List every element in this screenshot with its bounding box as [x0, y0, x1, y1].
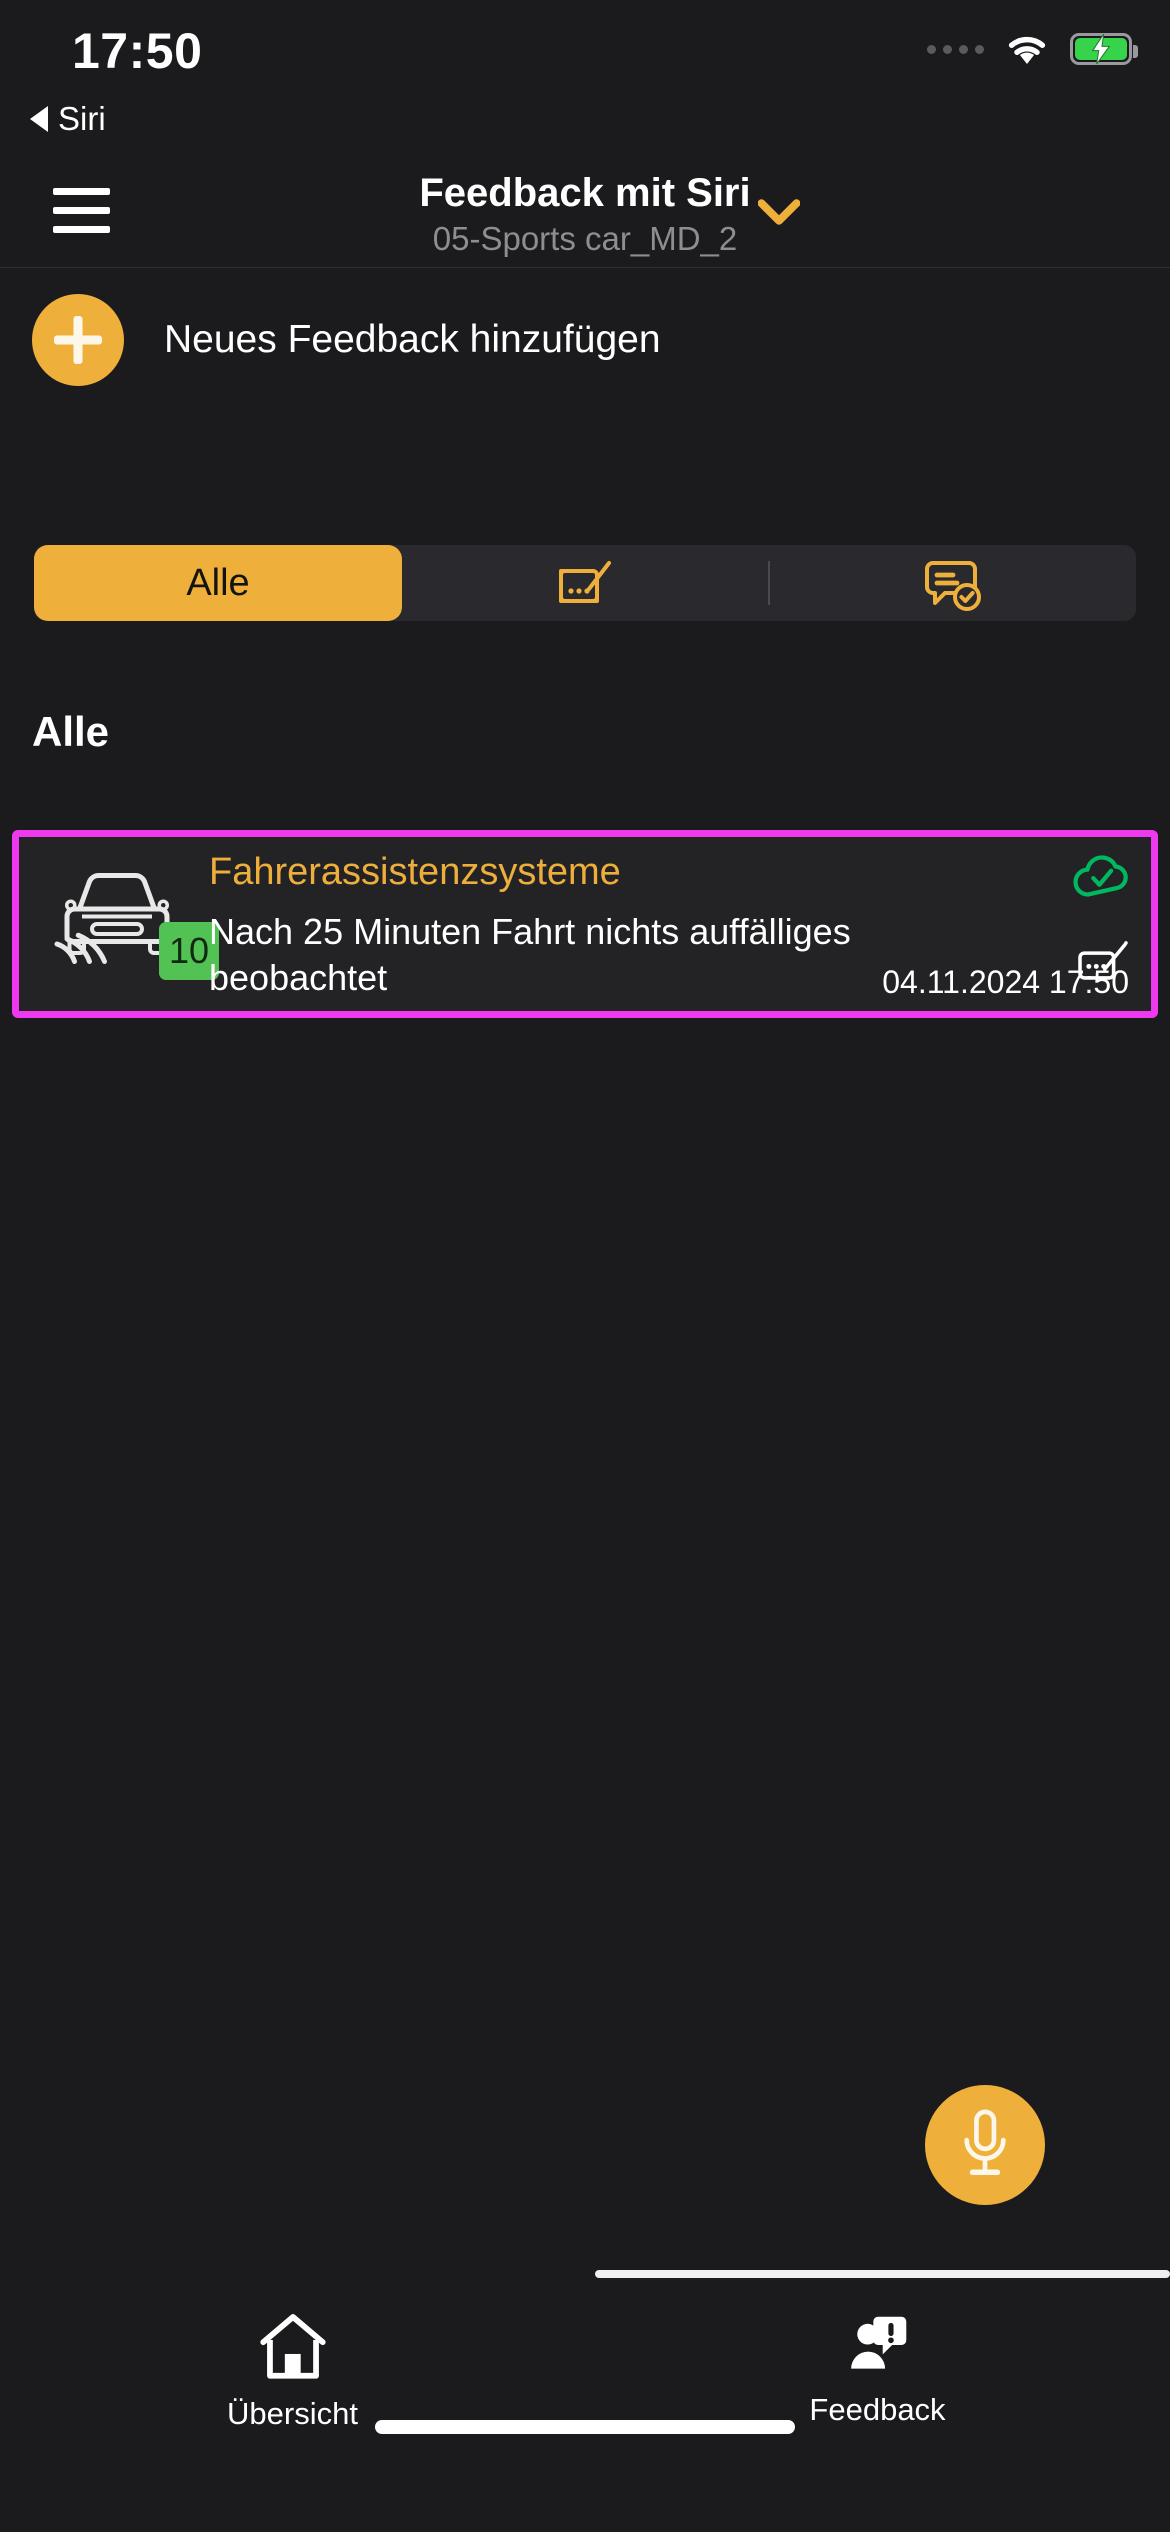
siri-back-label: Siri [58, 100, 106, 137]
tab-uebersicht[interactable]: Übersicht [0, 2312, 585, 2432]
note-edit-icon[interactable] [1075, 939, 1131, 985]
comment-check-icon [925, 561, 981, 611]
status-bar-time: 17:50 [72, 23, 203, 79]
siri-back-button[interactable]: Siri [30, 100, 106, 138]
chevron-down-icon[interactable] [758, 198, 800, 226]
tab-drafts[interactable] [402, 545, 768, 621]
voice-record-button[interactable] [925, 2085, 1045, 2205]
feedback-title: Fahrerassistenzsysteme [209, 851, 621, 893]
section-title: Alle [32, 708, 110, 755]
add-feedback-button[interactable]: Neues Feedback hinzufügen [0, 290, 1170, 390]
status-bar: 17:50 [0, 0, 1170, 92]
filter-segmented-control: Alle [34, 545, 1136, 621]
home-indicator [375, 2420, 795, 2434]
back-triangle-icon [30, 106, 48, 132]
status-bar-indicators [927, 30, 1138, 68]
wifi-icon [1008, 36, 1046, 64]
app-header: Feedback mit Siri 05-Sports car_MD_2 [0, 160, 1170, 268]
bottom-tab-bar: Übersicht Feedback [0, 2262, 1170, 2462]
tab-all-label: Alle [186, 561, 250, 604]
feedback-body: Nach 25 Minuten Fahrt nichts auffälliges… [209, 911, 851, 999]
signal-dots-icon [927, 44, 984, 54]
page-subtitle: 05-Sports car_MD_2 [432, 220, 738, 258]
tab-uebersicht-label: Übersicht [227, 2396, 358, 2431]
microphone-icon [964, 2109, 1006, 2175]
app-screen: 17:50 Siri Feedback mit Siri 05-Sports c… [0, 0, 1170, 2532]
home-icon [259, 2314, 326, 2379]
feedback-card[interactable]: 10 Fahrerassistenzsysteme Nach 25 Minute… [12, 830, 1158, 1018]
tab-submitted[interactable] [770, 545, 1136, 621]
tab-feedback-label: Feedback [809, 2392, 946, 2427]
add-feedback-label: Neues Feedback hinzufügen [164, 318, 661, 361]
tab-feedback[interactable]: Feedback [585, 2312, 1170, 2432]
battery-charging-icon [1070, 33, 1138, 65]
cloud-check-icon [1073, 855, 1128, 897]
active-tab-indicator [595, 2270, 1170, 2278]
plus-icon [32, 294, 124, 386]
header-title-block: Feedback mit Siri 05-Sports car_MD_2 [0, 170, 1170, 259]
person-feedback-icon [850, 2316, 906, 2369]
note-edit-icon [559, 561, 611, 603]
tab-all[interactable]: Alle [34, 545, 402, 621]
page-title: Feedback mit Siri [419, 171, 751, 215]
